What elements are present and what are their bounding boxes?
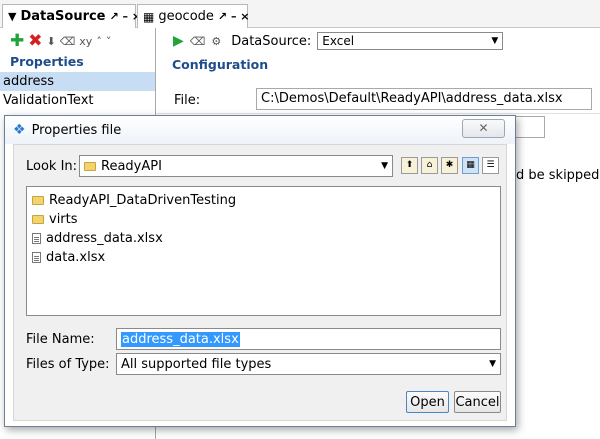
tab-datasource[interactable]: ▼ DataSource ↗ – × xyxy=(2,4,141,28)
list-view-icon[interactable]: ▦ xyxy=(462,157,479,174)
look-in-label: Look In: xyxy=(26,159,78,174)
dialog-body: Look In: ReadyAPI ▼ ⬆ ⌂ ✱ ▦ ☰ ReadyAPI_D… xyxy=(13,144,507,421)
dialog-app-icon: ❖ xyxy=(13,122,26,138)
clear-icon[interactable]: ⌫ xyxy=(190,35,206,48)
files-of-type-select[interactable]: All supported file types ▼ xyxy=(116,353,501,375)
file-name-value: address_data.xlsx xyxy=(121,331,240,347)
add-property-icon[interactable]: ✚ xyxy=(10,32,24,50)
worksheet-field-edge[interactable] xyxy=(512,116,545,138)
files-of-type-label: Files of Type: xyxy=(26,357,110,372)
list-item-label: address_data.xlsx xyxy=(46,231,163,246)
file-icon xyxy=(32,252,41,263)
chevron-down-icon: ▼ xyxy=(381,161,388,171)
grid-icon: ▦ xyxy=(143,9,155,24)
import-icon[interactable]: ⬇ xyxy=(47,35,56,48)
close-button[interactable]: ✕ xyxy=(462,119,505,138)
file-name-label: File Name: xyxy=(26,332,95,347)
property-item[interactable]: ValidationText xyxy=(0,91,155,110)
new-folder-icon[interactable]: ✱ xyxy=(441,157,458,174)
cancel-button[interactable]: Cancel xyxy=(454,391,501,413)
properties-list: address ValidationText xyxy=(0,72,155,110)
up-folder-icon[interactable]: ⬆ xyxy=(401,157,418,174)
tab-datasource-label: DataSource xyxy=(20,9,106,24)
clear-icon[interactable]: ⌫ xyxy=(60,35,76,48)
list-item[interactable]: virts xyxy=(27,210,500,229)
property-item[interactable]: address xyxy=(0,72,155,91)
datasource-toolbar: ▶ ⌫ ⚙ DataSource: Excel ▼ xyxy=(157,28,600,54)
datasource-tab-icon: ▼ xyxy=(8,10,17,23)
chevron-down-icon: ▼ xyxy=(489,359,496,369)
look-in-select[interactable]: ReadyAPI ▼ xyxy=(79,155,393,177)
list-item[interactable]: address_data.xlsx xyxy=(27,229,500,248)
properties-file-dialog: ❖ Properties file ✕ Look In: ReadyAPI ▼ … xyxy=(4,115,516,427)
file-icon xyxy=(32,233,41,244)
gear-icon[interactable]: ⚙ xyxy=(211,35,221,48)
home-icon[interactable]: ⌂ xyxy=(421,157,438,174)
list-item-label: ReadyAPI_DataDrivenTesting xyxy=(49,193,237,208)
list-item-label: virts xyxy=(49,212,78,227)
file-label: File: xyxy=(174,93,201,108)
rename-icon[interactable]: xy xyxy=(79,35,92,48)
open-button[interactable]: Open xyxy=(406,391,449,413)
configuration-header-area: ▶ ⌫ ⚙ DataSource: Excel ▼ xyxy=(157,28,600,56)
look-in-value: ReadyAPI xyxy=(101,158,162,174)
list-item[interactable]: data.xlsx xyxy=(27,248,500,267)
details-view-icon[interactable]: ☰ xyxy=(482,157,499,174)
file-name-input[interactable]: address_data.xlsx xyxy=(116,328,501,350)
tab-geocode-controls[interactable]: ↗ – × xyxy=(218,10,250,23)
dialog-title: Properties file xyxy=(31,122,122,138)
datasource-label: DataSource: xyxy=(231,33,312,49)
tab-geocode[interactable]: ▦ geocode ↗ – × xyxy=(137,4,250,28)
configuration-header: Configuration xyxy=(172,57,269,72)
file-path-field[interactable]: C:\Demos\Default\ReadyAPI\address_data.x… xyxy=(256,88,592,110)
datasource-select-value: Excel xyxy=(322,34,355,48)
file-row: File: C:\Demos\Default\ReadyAPI\address_… xyxy=(157,86,600,114)
files-of-type-value: All supported file types xyxy=(121,356,272,372)
dialog-titlebar: ❖ Properties file xyxy=(5,116,515,144)
move-down-icon[interactable]: ˅ xyxy=(106,35,112,48)
properties-toolbar: ✚ ✖ ⬇ ⌫ xy ˄ ˅ xyxy=(0,28,155,54)
file-list[interactable]: ReadyAPI_DataDrivenTesting virts address… xyxy=(26,186,501,316)
move-up-icon[interactable]: ˄ xyxy=(96,35,102,48)
chevron-down-icon: ▼ xyxy=(491,36,499,46)
editor-tab-strip: ▼ DataSource ↗ – × ▦ geocode ↗ – × xyxy=(0,0,600,28)
list-item-label: data.xlsx xyxy=(46,250,106,265)
skip-rows-text: d be skipped xyxy=(516,168,600,183)
run-icon[interactable]: ▶ xyxy=(173,33,184,49)
remove-property-icon[interactable]: ✖ xyxy=(28,32,42,50)
folder-icon xyxy=(32,215,44,224)
folder-icon xyxy=(84,161,96,171)
datasource-select[interactable]: Excel ▼ xyxy=(317,32,504,50)
list-item[interactable]: ReadyAPI_DataDrivenTesting xyxy=(27,191,500,210)
tab-geocode-label: geocode xyxy=(158,9,214,24)
folder-icon xyxy=(32,196,44,205)
properties-header: Properties xyxy=(10,54,84,69)
